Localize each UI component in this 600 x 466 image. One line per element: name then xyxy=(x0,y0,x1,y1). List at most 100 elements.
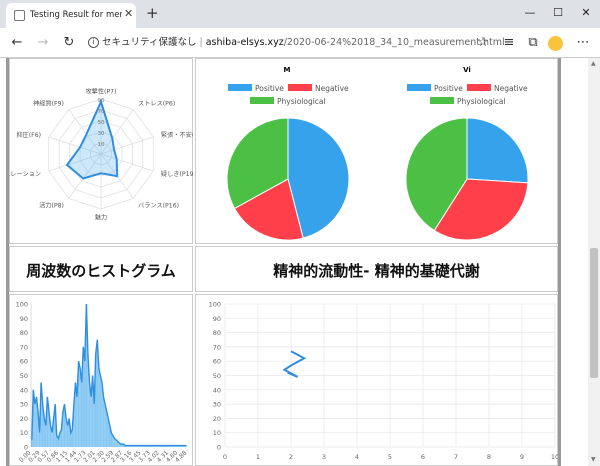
line-x-tick: 0 xyxy=(223,453,227,461)
page-content: 攻撃性(P7) ストレス(P6) 緊張・不安(F5X) 疑しき(P19) バランス(P1… xyxy=(0,58,588,466)
profile-avatar[interactable] xyxy=(548,36,563,51)
hist-bar xyxy=(104,404,106,447)
line-x-tick: 3 xyxy=(322,453,326,461)
scrollbar-thumb[interactable] xyxy=(590,248,598,378)
line-x-tick: 4 xyxy=(355,453,359,461)
url-path: /2020-06-24%2018_34_10_measurement.html xyxy=(283,37,505,48)
line-y-tick: 80 xyxy=(213,329,221,337)
radar-label: 神経質(F9) xyxy=(33,100,64,108)
radar-label: 魅力 xyxy=(95,214,107,222)
url-host: ashiba-elsys.xyz xyxy=(205,37,284,48)
favorites-list-icon[interactable]: ≡ xyxy=(500,34,518,52)
pie-m-legend-positive[interactable]: Positive xyxy=(255,84,284,93)
scroll-up-icon[interactable]: ▲ xyxy=(591,60,596,67)
page-scrollbar[interactable]: ▲ ▼ xyxy=(588,58,600,466)
line-x-tick: 9 xyxy=(520,453,524,461)
hist-y-tick: 80 xyxy=(20,329,28,337)
new-tab-icon[interactable]: + xyxy=(146,4,159,22)
radar-tick: 70 xyxy=(98,109,105,115)
info-icon[interactable]: i xyxy=(88,37,99,48)
radar-label: ストレス(P6) xyxy=(138,101,175,108)
pie-vi-legend-negative[interactable]: Negative xyxy=(494,84,528,93)
pie-vi-legend-physiological[interactable]: Physiological xyxy=(457,97,506,106)
pie-chart-m: M Positive Negative Physiological xyxy=(226,66,350,241)
line-x-tick: 1 xyxy=(256,453,260,461)
back-icon[interactable]: ← xyxy=(8,34,26,52)
collections-icon[interactable]: ⧉ xyxy=(524,34,542,52)
hist-y-tick: 100 xyxy=(16,301,28,309)
security-label[interactable]: セキュリティ保護なし xyxy=(102,37,196,48)
more-menu-icon[interactable]: ⋯ xyxy=(574,34,592,52)
page-favicon-icon xyxy=(14,10,25,21)
pie-m-title: M xyxy=(284,66,291,74)
metabolism-series xyxy=(282,350,307,378)
line-x-tick: 2 xyxy=(289,453,293,461)
hist-y-tick: 30 xyxy=(20,401,28,409)
line-y-tick: 70 xyxy=(213,343,221,351)
pie-m-legend-physiological-swatch xyxy=(250,97,274,104)
pie-vi-slice-positive[interactable] xyxy=(466,117,529,184)
radar-label: 攻撃性(P7) xyxy=(85,88,116,96)
hist-y-tick: 20 xyxy=(20,415,28,423)
line-y-tick: 10 xyxy=(213,429,221,437)
forward-icon[interactable]: → xyxy=(34,34,52,52)
pie-m-legend-negative-swatch xyxy=(288,84,312,91)
line-x-tick: 6 xyxy=(421,453,425,461)
hist-bar xyxy=(45,425,47,447)
radar-label: バランス(P16) xyxy=(138,202,179,209)
close-window-icon[interactable]: ✕ xyxy=(572,2,600,24)
browser-toolbar: ← → ↻ i セキュリティ保護なし | ashiba-elsys.xyz/20… xyxy=(0,28,600,58)
reload-icon[interactable]: ↻ xyxy=(60,34,78,52)
radar-tick: 90 xyxy=(98,98,105,104)
hist-bar xyxy=(38,432,41,447)
hist-bar xyxy=(34,404,36,447)
address-bar[interactable]: i セキュリティ保護なし | ashiba-elsys.xyz/2020-06-… xyxy=(88,33,505,53)
hist-y-tick: 10 xyxy=(20,429,28,437)
metabolism-chart: 0 10 20 30 40 50 60 70 80 90 100 0 1 2 3 4 5 6 7 8 9 10 xyxy=(209,301,558,462)
line-x-tick: 5 xyxy=(388,453,392,461)
hist-bar xyxy=(60,429,63,447)
hist-y-tick: 60 xyxy=(20,358,28,366)
hist-bar xyxy=(66,425,69,447)
hist-bar xyxy=(99,375,102,447)
line-x-tick: 8 xyxy=(487,453,491,461)
pie-vi-title: Vi xyxy=(463,66,471,74)
hist-bar xyxy=(76,396,78,447)
pie-vi-legend-negative-swatch xyxy=(467,84,491,91)
line-y-tick: 40 xyxy=(213,386,221,394)
browser-tab[interactable]: Testing Result for mental-functio ✕ xyxy=(6,3,136,28)
pie-vi-legend-positive[interactable]: Positive xyxy=(434,84,463,93)
close-tab-icon[interactable]: ✕ xyxy=(124,7,133,20)
pie-m-legend-positive-swatch xyxy=(228,84,252,91)
radar-series xyxy=(65,98,119,180)
favorite-star-icon[interactable]: ☆ xyxy=(474,34,492,52)
pie-vi-legend-physiological-swatch xyxy=(430,97,454,104)
pie-m-legend-negative[interactable]: Negative xyxy=(315,84,349,93)
radar-tick: 50 xyxy=(98,120,105,126)
browser-title-bar: Testing Result for mental-functio ✕ + — … xyxy=(0,0,600,28)
radar-tick: 30 xyxy=(98,131,105,137)
hist-y-tick: 70 xyxy=(20,343,28,351)
hist-bar xyxy=(98,368,100,447)
line-y-tick: 60 xyxy=(213,358,221,366)
hist-y-tick: 50 xyxy=(20,372,28,380)
line-y-tick: 20 xyxy=(213,415,221,423)
pie-m-legend-physiological[interactable]: Physiological xyxy=(277,97,326,106)
line-x-tick: 7 xyxy=(454,453,458,461)
radar-label: 抑圧(F6) xyxy=(16,131,41,139)
scroll-down-icon[interactable]: ▼ xyxy=(591,456,596,463)
hist-y-tick: 40 xyxy=(20,386,28,394)
hist-bar xyxy=(51,432,53,447)
radar-label: 疑しき(P19) xyxy=(161,170,193,178)
hist-bar xyxy=(79,368,81,447)
line-x-tick: 10 xyxy=(551,453,558,461)
radar-label: セルフレギュレーション xyxy=(9,171,41,178)
line-y-tick: 90 xyxy=(213,315,221,323)
maximize-icon[interactable]: ☐ xyxy=(544,2,572,24)
line-y-tick: 50 xyxy=(213,372,221,380)
minimize-icon[interactable]: — xyxy=(516,2,544,24)
histogram-chart: 0102030405060708090100 0.000.290.570.861… xyxy=(16,301,189,464)
pie-chart-vi: Vi Positive Negative Physiological xyxy=(405,66,529,241)
histogram-heading: 周波数のヒストグラム xyxy=(26,262,176,280)
radar-tick: 10 xyxy=(98,142,105,148)
